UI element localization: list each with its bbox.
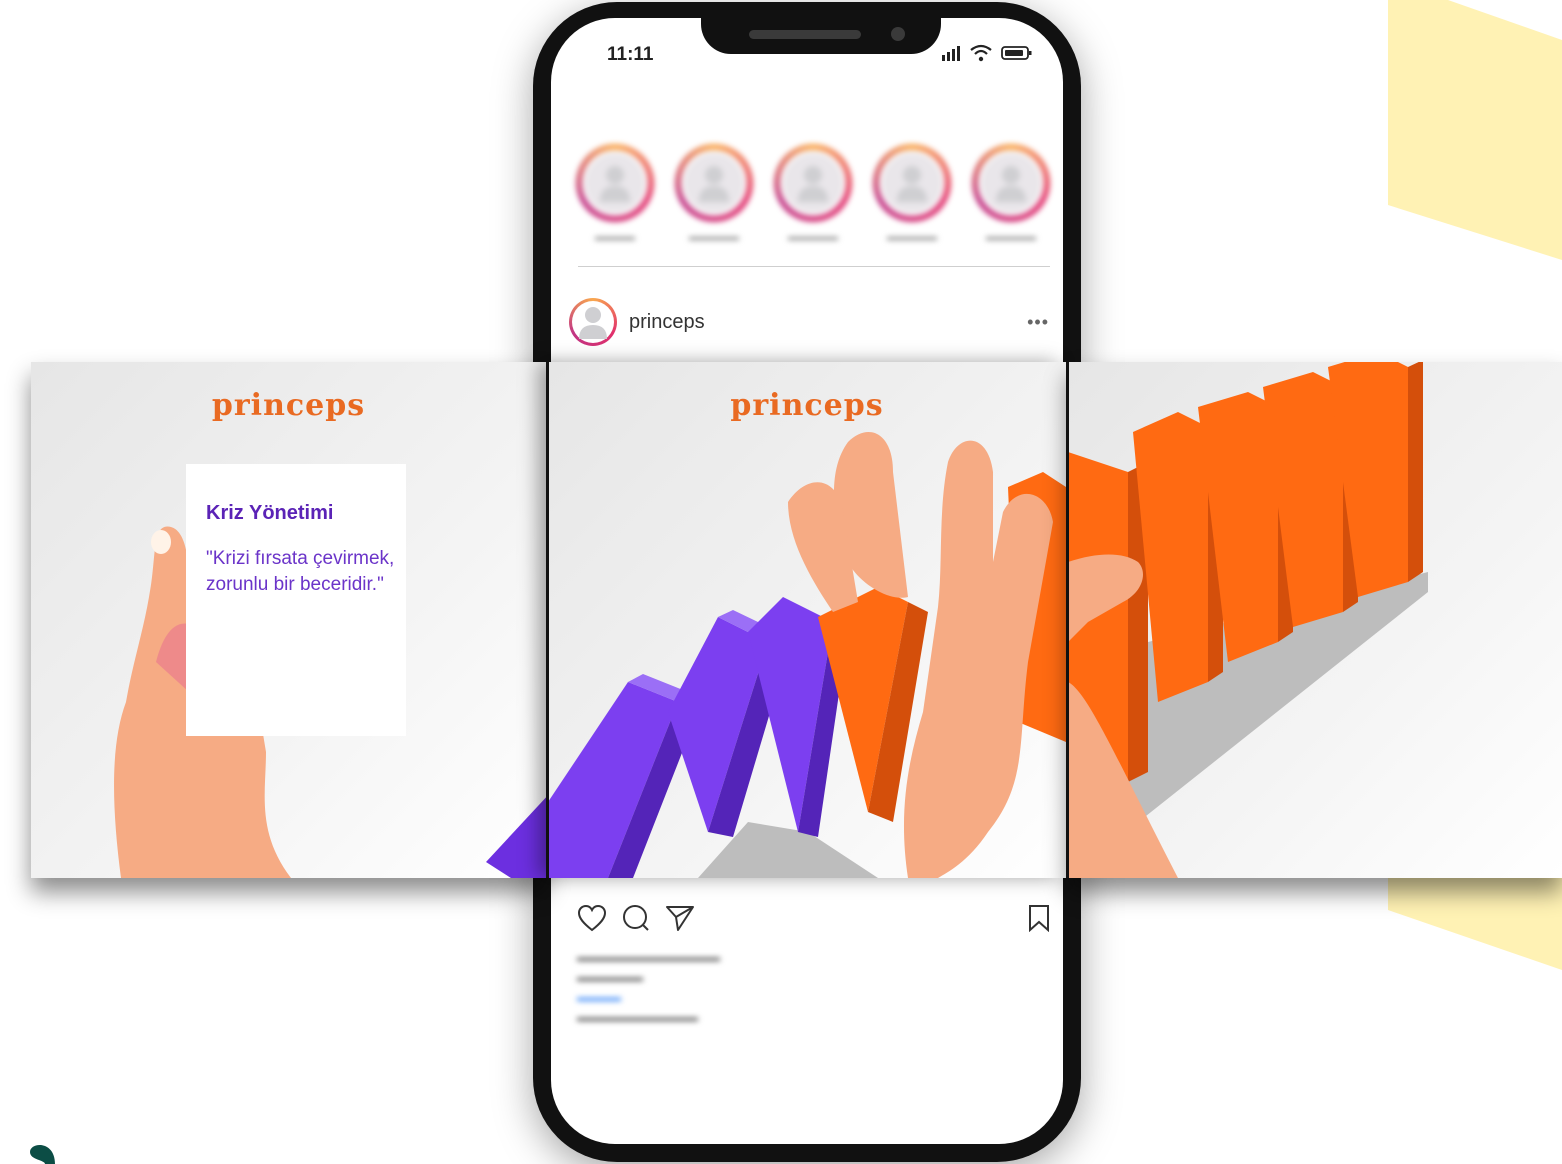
story-item[interactable]: ▬▬▬▬	[573, 144, 657, 264]
post-header: princeps •••	[569, 296, 1049, 348]
wifi-icon	[970, 44, 992, 62]
avatar-placeholder-icon	[996, 166, 1026, 202]
battery-icon	[1001, 46, 1032, 60]
brand-logo: princeps	[211, 388, 366, 423]
speaker-grille	[749, 30, 861, 39]
avatar-placeholder-icon	[798, 166, 828, 202]
phone-notch	[701, 18, 941, 54]
carousel-slide-1[interactable]: princeps Kriz Yönetimi "Krizi fırsata çe…	[31, 362, 546, 878]
quote-card: Kriz Yönetimi "Krizi fırsata çevirmek, z…	[186, 464, 406, 736]
post-actions	[577, 902, 1051, 934]
bookmark-icon[interactable]	[1027, 904, 1051, 932]
yellow-decor-bottom	[1388, 878, 1562, 970]
stories-row: ▬▬▬▬ ▬▬▬▬▬ ▬▬▬▬▬ ▬▬▬▬▬ ▬▬▬▬▬	[573, 144, 1053, 264]
status-icons	[941, 44, 1033, 62]
front-camera	[891, 27, 905, 41]
story-item[interactable]: ▬▬▬▬▬	[969, 144, 1053, 264]
comment-icon[interactable]	[621, 904, 651, 932]
brand-logo: princeps	[730, 388, 884, 423]
more-options-icon[interactable]: •••	[1027, 312, 1049, 333]
post-carousel[interactable]: princeps Kriz Yönetimi "Krizi fırsata çe…	[31, 362, 1562, 878]
story-item[interactable]: ▬▬▬▬▬	[771, 144, 855, 264]
teal-decor-corner	[30, 1144, 55, 1164]
avatar-placeholder-icon	[600, 166, 630, 202]
avatar-placeholder-icon	[699, 166, 729, 202]
share-icon[interactable]	[665, 904, 695, 932]
card-quote: "Krizi fırsata çevirmek, zorunlu bir bec…	[206, 548, 395, 595]
post-username[interactable]: princeps	[629, 311, 705, 334]
yellow-decor-top	[1388, 0, 1562, 260]
post-caption-blurred: ▬▬▬▬▬▬▬▬▬▬▬▬▬ ▬▬▬▬▬▬ ▬▬▬▬ ▬▬▬▬▬▬▬▬▬▬▬	[577, 952, 720, 1024]
stories-divider	[578, 266, 1050, 267]
card-title: Kriz Yönetimi	[206, 502, 334, 524]
avatar[interactable]	[569, 298, 617, 346]
slide-separator	[546, 362, 549, 878]
slide-separator	[1066, 362, 1069, 878]
story-item[interactable]: ▬▬▬▬▬	[672, 144, 756, 264]
carousel-slide-3[interactable]	[1068, 362, 1562, 878]
signal-icon	[942, 46, 960, 61]
user-placeholder-icon	[579, 307, 607, 339]
avatar-placeholder-icon	[897, 166, 927, 202]
domino-row-illustration	[1068, 362, 1428, 878]
heart-icon[interactable]	[577, 904, 607, 932]
domino-hand-illustration	[548, 432, 1066, 878]
story-item[interactable]: ▬▬▬▬▬	[870, 144, 954, 264]
status-time: 11:11	[607, 44, 654, 65]
carousel-slide-2[interactable]: princeps	[548, 362, 1066, 878]
